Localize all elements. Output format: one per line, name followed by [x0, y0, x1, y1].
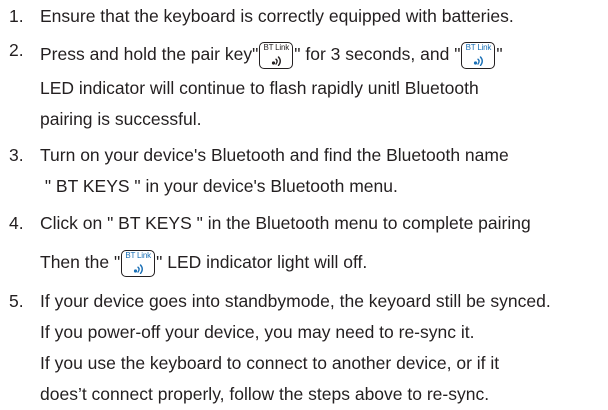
step-text: Then the " BT Link " LED indicator light w…: [40, 250, 367, 277]
step-text-part: Then the ": [40, 252, 121, 272]
step-text: Press and hold the pair key" BT Link " for…: [40, 42, 503, 69]
step-number: 1.: [9, 6, 24, 26]
step-text: " BT KEYS " in your device's Bluetooth m…: [40, 176, 398, 196]
bt-link-led-indicator: BT Link: [461, 42, 496, 69]
step-text: Turn on your device's Bluetooth and find…: [40, 145, 509, 165]
step-text-part: " for 3 seconds, and ": [294, 44, 461, 64]
bluetooth-signal-icon: [474, 56, 484, 66]
step-text: If your device goes into standbymode, th…: [40, 291, 551, 311]
step-text: LED indicator will continue to flash rap…: [40, 78, 479, 98]
step-text: pairing is successful.: [40, 109, 202, 129]
step-text-part: " LED indicator light will off.: [156, 252, 368, 272]
step-number: 3.: [9, 145, 24, 165]
step-text-part: Press and hold the pair key": [40, 44, 259, 64]
step-text: does’t connect properly, follow the step…: [40, 384, 490, 404]
step-number: 2.: [9, 40, 24, 60]
step-text-part: ": [496, 44, 503, 64]
step-text: Ensure that the keyboard is correctly eq…: [40, 6, 514, 26]
step-number: 5.: [9, 291, 24, 311]
bt-link-key: BT Link: [259, 42, 294, 69]
key-label: BT Link: [263, 43, 290, 52]
bt-link-led-indicator: BT Link: [121, 250, 156, 277]
key-label: BT Link: [465, 43, 492, 52]
step-text: Click on " BT KEYS " in the Bluetooth me…: [40, 213, 531, 233]
bluetooth-signal-icon: [134, 264, 144, 274]
bluetooth-signal-icon: [272, 56, 282, 66]
step-text: If you use the keyboard to connect to an…: [40, 353, 500, 373]
step-number: 4.: [9, 213, 24, 233]
instruction-document: 1. Ensure that the keyboard is correctly…: [0, 0, 608, 410]
step-text: If you power-off your device, you may ne…: [40, 322, 475, 342]
key-label: BT Link: [125, 251, 151, 260]
